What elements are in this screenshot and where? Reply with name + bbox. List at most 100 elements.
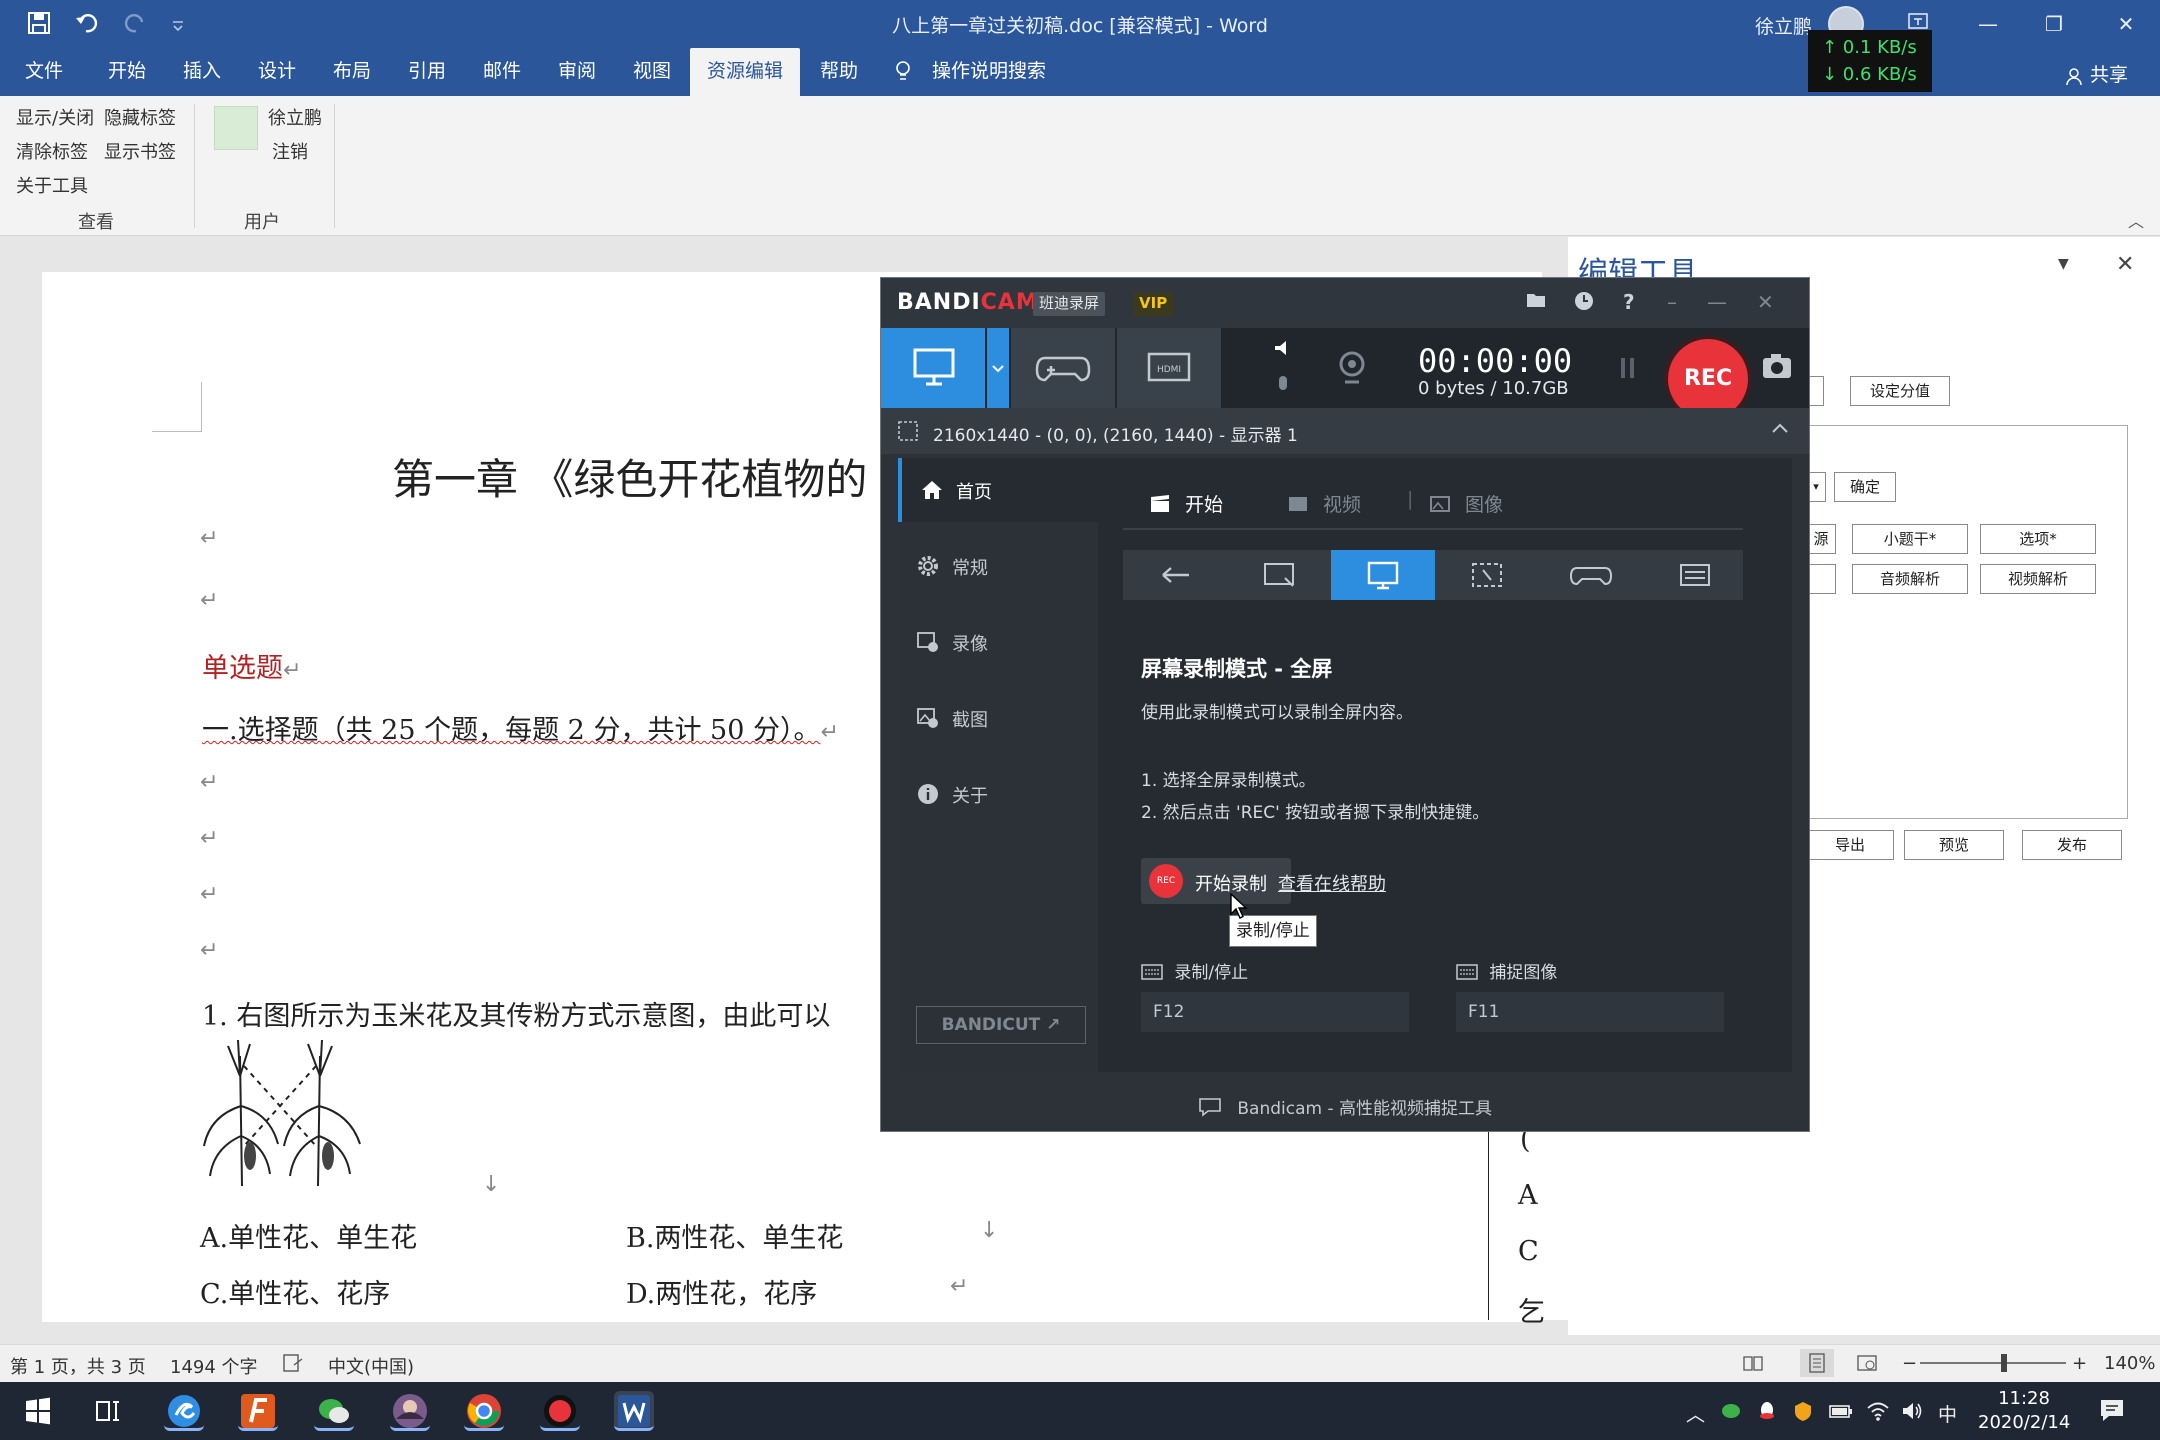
section-heading[interactable]: 单选题↵ [202,646,301,685]
game-mode-button[interactable] [1011,328,1115,408]
tab-insert[interactable]: 插入 [183,48,221,96]
hide-labels-button[interactable]: 隐藏标签 [104,104,176,130]
sidebar-item-home[interactable]: 首页 [898,458,1098,522]
option-d[interactable]: D.两性花，花序 [626,1272,817,1311]
submode-fullscreen-button[interactable] [1331,550,1435,600]
pane-close-icon[interactable]: ✕ [2116,252,2134,277]
preview-button[interactable]: 预览 [1904,830,2004,860]
clear-labels-button[interactable]: 清除标签 [16,138,88,164]
notification-center-icon[interactable] [2098,1396,2126,1429]
option-b[interactable]: B.两性花、单生花 [626,1216,843,1255]
tab-layout[interactable]: 布局 [333,48,371,96]
toggle-display-button[interactable]: 显示/关闭 [16,104,94,130]
sidebar-item-screenshot[interactable]: 截图 [898,686,1098,750]
tab-images[interactable]: 图像 [1429,490,1503,517]
instruction-line[interactable]: 一.选择题（共 25 个题，每题 2 分，共计 50 分）。↵ [202,708,839,747]
tab-review[interactable]: 审阅 [558,48,596,96]
online-help-link[interactable]: 查看在线帮助 [1278,870,1386,896]
sidebar-item-general[interactable]: 常规 [898,534,1098,598]
confirm-button[interactable]: 确定 [1834,472,1896,502]
bandicam-app-icon[interactable] [540,1391,580,1431]
pause-icon[interactable] [1611,328,1645,408]
word-count[interactable]: 1494 个字 [170,1353,258,1379]
system-clock[interactable]: 11:28 2020/2/14 [1978,1387,2070,1435]
submode-game-button[interactable] [1539,550,1643,600]
filezilla-app-icon[interactable] [238,1391,278,1431]
publish-button[interactable]: 发布 [2022,830,2122,860]
zoom-out-button[interactable]: − [1902,1353,1917,1374]
game-app-icon[interactable] [390,1391,430,1431]
signed-in-user[interactable]: 徐立鹏 [1755,12,1812,39]
question-1-text[interactable]: 1. 右图所示为玉米花及其传粉方式示意图，由此可以 [202,994,830,1033]
battery-icon[interactable] [1828,1400,1854,1427]
pane-button-stub[interactable] [1806,564,1836,594]
about-tool-button[interactable]: 关于工具 [16,172,88,198]
help-icon[interactable]: ? [1623,290,1635,314]
zoom-in-button[interactable]: + [2072,1353,2087,1374]
sidebar-item-about[interactable]: 关于 [898,762,1098,826]
tray-wechat-icon[interactable] [1720,1400,1742,1427]
tray-security-icon[interactable] [1792,1400,1814,1427]
screen-mode-dropdown-icon[interactable] [987,328,1009,408]
option-a[interactable]: A.单性花、单生花 [200,1216,417,1255]
device-mode-button[interactable]: HDMI [1117,328,1221,408]
webcam-toggle[interactable] [1307,328,1397,408]
show-bookmarks-button[interactable]: 显示书签 [104,138,176,164]
share-button[interactable]: 共享 [2064,60,2128,87]
bandicam-close-icon[interactable]: ✕ [1757,290,1774,314]
mic-speaker-toggle[interactable] [1267,328,1301,408]
doc-title-text[interactable]: 第一章 《绿色开花植物的 [392,446,867,507]
submode-back-button[interactable] [1123,550,1227,600]
tab-view[interactable]: 视图 [633,48,671,96]
tab-design[interactable]: 设计 [258,48,296,96]
wifi-icon[interactable] [1866,1400,1890,1427]
logout-button[interactable]: 注销 [272,138,308,164]
start-windows-icon[interactable] [18,1391,58,1431]
minimize-icon[interactable]: — [1968,8,2008,40]
tab-file[interactable]: 文件 [25,48,63,96]
capture-area-bar[interactable]: 2160x1440 - (0, 0), (2160, 1440) - 显示器 1 [881,408,1809,454]
tab-home[interactable]: 开始 [108,48,146,96]
wechat-app-icon[interactable] [314,1391,354,1431]
browser-app-icon[interactable] [164,1391,204,1431]
tell-me-search[interactable]: 操作说明搜索 [894,48,1046,96]
word-app-icon[interactable] [614,1391,654,1431]
proofing-icon[interactable] [282,1353,304,1378]
tab-mailings[interactable]: 邮件 [483,48,521,96]
start-recording-button[interactable]: REC 开始录制 [1141,858,1291,904]
source-button[interactable]: 源 [1806,524,1836,554]
tray-qq-icon[interactable] [1756,1400,1778,1427]
hotkey-record-field[interactable]: F12 [1141,992,1409,1032]
clock-icon[interactable] [1573,290,1595,317]
zoom-slider-thumb[interactable] [2001,1354,2007,1372]
restore-icon[interactable]: ❐ [2034,8,2074,40]
chrome-app-icon[interactable] [464,1391,504,1431]
options-button[interactable]: 选项* [1980,524,2096,554]
tab-videos[interactable]: 视频 [1287,490,1361,517]
tab-start[interactable]: 开始 [1149,490,1223,517]
sub-stem-button[interactable]: 小题干* [1852,524,1968,554]
tab-help[interactable]: 帮助 [820,48,858,96]
bandicut-link-button[interactable]: BANDICUT ↗ [916,1006,1086,1044]
bandicam-collapse-icon[interactable]: – [1667,290,1677,314]
language[interactable]: 中文(中国) [328,1353,414,1379]
video-analysis-button[interactable]: 视频解析 [1980,564,2096,594]
screenshot-camera-icon[interactable] [1757,328,1797,408]
page-count[interactable]: 第 1 页，共 3 页 [10,1353,146,1379]
task-view-icon[interactable] [88,1391,128,1431]
hotkey-capture-field[interactable]: F11 [1456,992,1724,1032]
input-method-indicator[interactable]: 中 [1938,1400,1957,1427]
zoom-level[interactable]: 140% [2104,1353,2155,1374]
volume-icon[interactable] [1900,1400,1924,1427]
print-layout-icon[interactable] [1800,1349,1834,1377]
submode-rectangle-button[interactable] [1227,550,1331,600]
option-c[interactable]: C.单性花、花序 [200,1272,390,1311]
read-mode-icon[interactable] [1742,1353,1764,1378]
bandicam-minimize-icon[interactable]: — [1707,290,1727,314]
pane-options-chevron-icon[interactable]: ▼ [2058,256,2069,272]
close-icon[interactable]: ✕ [2106,8,2146,40]
set-score-button[interactable]: 设定分值 [1850,376,1950,406]
tab-references[interactable]: 引用 [408,48,446,96]
rec-button[interactable]: REC [1668,339,1748,419]
tray-expand-chevron-icon[interactable]: ︿ [1686,1400,1705,1427]
